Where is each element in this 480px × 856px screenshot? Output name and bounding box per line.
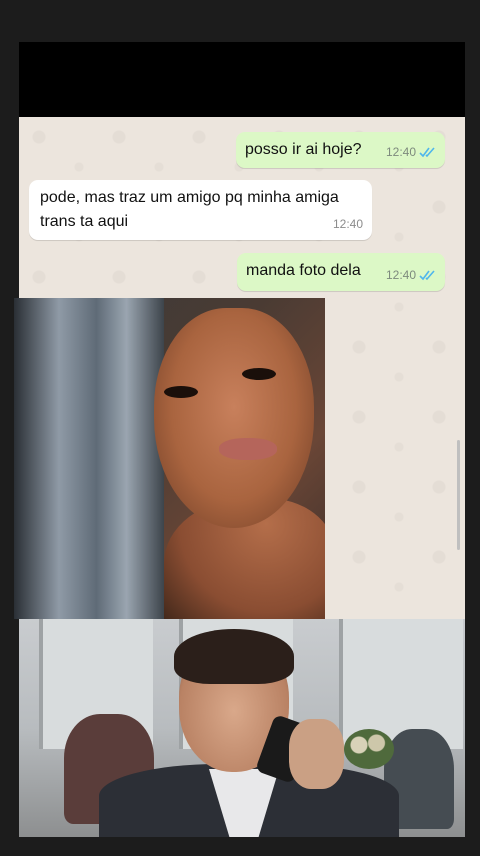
message-time: 12:40 (385, 145, 416, 159)
selfie-photo (14, 298, 325, 619)
message-meta: 12:40 (333, 212, 363, 236)
flower-vase (344, 729, 394, 769)
message-bubble-outgoing[interactable]: posso ir ai hoje? 12:40 (236, 132, 445, 168)
message-bubble-outgoing[interactable]: manda foto dela 12:40 (237, 253, 445, 291)
message-time: 12:40 (385, 268, 416, 282)
photo-hair (14, 298, 164, 619)
message-text: manda foto dela (246, 262, 361, 279)
message-text: posso ir ai hoje? (245, 141, 362, 158)
double-check-icon (419, 270, 435, 281)
office-window (339, 619, 463, 749)
message-bubble-incoming[interactable]: pode, mas traz um amigo pq minha amiga t… (29, 180, 372, 240)
photo-lips (219, 438, 277, 460)
double-check-icon (419, 147, 435, 158)
message-meta: 12:40 (386, 140, 437, 164)
message-time: 12:40 (332, 217, 363, 231)
message-meta: 12:40 (386, 263, 437, 287)
man-hair (174, 629, 294, 684)
man-hand (289, 719, 344, 789)
photo-eye (164, 386, 198, 398)
photo-eye (242, 368, 276, 380)
top-black-bar (19, 42, 465, 117)
scrollbar[interactable] (457, 440, 460, 550)
message-text: pode, mas traz um amigo pq minha amiga t… (40, 189, 339, 230)
reaction-image (19, 619, 465, 837)
photo-face (154, 308, 314, 528)
